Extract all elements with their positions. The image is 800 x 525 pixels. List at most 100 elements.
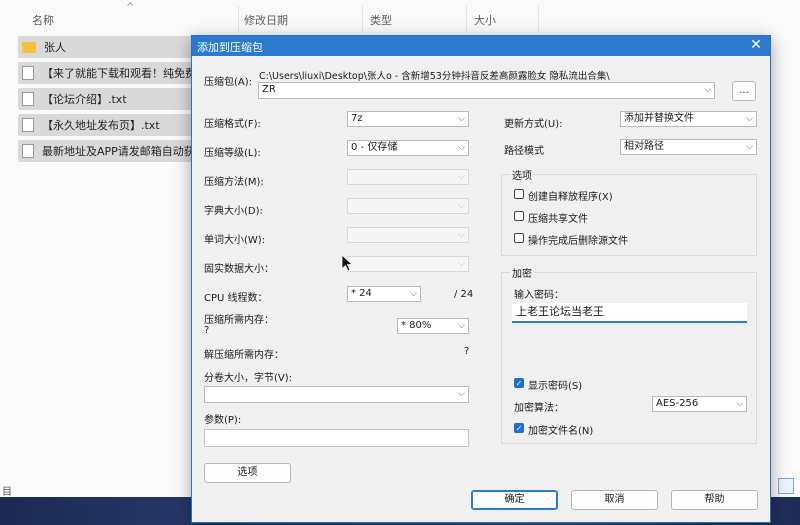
decompress-memory-label: 解压缩所需内存： — [204, 350, 284, 361]
cpu-threads-value: * 24 — [351, 288, 372, 299]
word-size-label: 单词大小(W): — [204, 235, 266, 246]
archive-label: 压缩包(A): — [204, 77, 253, 88]
show-password-checkbox[interactable]: ✓ — [514, 378, 524, 388]
path-mode-select[interactable]: 相对路径 ⌵ — [620, 139, 757, 155]
volume-size-combo[interactable]: ⌵ — [204, 386, 469, 403]
mouse-cursor-icon — [341, 254, 353, 272]
column-header-type[interactable]: 类型 — [370, 12, 392, 28]
chevron-down-icon: ⌵ — [458, 389, 465, 399]
text-file-icon — [22, 92, 34, 106]
chevron-down-icon: ⌵ — [458, 114, 465, 124]
solid-block-label: 固实数据大小： — [204, 264, 274, 275]
text-file-icon — [22, 66, 34, 80]
dictionary-select: ⌵ — [347, 198, 469, 214]
compress-memory-label: 压缩所需内存： — [204, 315, 274, 326]
chevron-down-icon: ⌵ — [746, 114, 753, 124]
options-button[interactable]: 选项 — [204, 463, 291, 483]
level-select[interactable]: 0 - 仅存储 ⌵ — [347, 140, 469, 156]
column-divider[interactable] — [238, 6, 239, 32]
encrypt-names-label[interactable]: 加密文件名(N) — [528, 422, 593, 437]
dictionary-label: 字典大小(D): — [204, 206, 263, 217]
file-name: 【论坛介绍】.txt — [42, 93, 127, 106]
column-header-date[interactable]: 修改日期 — [244, 12, 288, 28]
file-name: 【永久地址发布页】.txt — [42, 119, 160, 132]
file-name: 【来了就能下载和观看！纯免费！ — [42, 67, 194, 80]
chevron-down-icon: ⌵ — [458, 321, 465, 331]
help-button[interactable]: 帮助 — [671, 490, 758, 510]
archive-path-text: C:\Users\liuxi\Desktop\张人o - 含新增53分钟抖音反差… — [259, 71, 610, 82]
encryption-method-value: AES-256 — [656, 398, 699, 409]
chevron-down-icon: ⌵ — [458, 143, 465, 153]
encryption-group-title: 加密 — [510, 265, 534, 280]
volume-size-label: 分卷大小，字节(V): — [204, 373, 293, 384]
file-row[interactable]: 【永久地址发布页】.txt — [18, 114, 194, 136]
chevron-down-icon: ⌵ — [458, 230, 465, 240]
chevron-down-icon: ⌵ — [704, 85, 711, 95]
show-password-label[interactable]: 显示密码(S) — [528, 377, 582, 392]
format-select[interactable]: 7z ⌵ — [347, 111, 469, 127]
close-icon[interactable]: ✕ — [748, 37, 764, 53]
archive-name-value: ZR — [262, 84, 276, 95]
method-label: 压缩方法(M): — [204, 177, 264, 188]
browse-button[interactable]: ... — [732, 81, 756, 101]
file-name: 张人 — [44, 41, 66, 54]
cpu-threads-select[interactable]: * 24 ⌵ — [347, 286, 421, 302]
word-size-select: ⌵ — [347, 227, 469, 243]
shared-files-label[interactable]: 压缩共享文件 — [528, 210, 588, 225]
level-label: 压缩等级(L): — [204, 148, 261, 159]
sort-up-icon: ^ — [126, 2, 135, 13]
file-row[interactable]: 【来了就能下载和观看！纯免费！ — [18, 62, 194, 84]
column-divider[interactable] — [538, 6, 539, 32]
update-mode-label: 更新方式(U): — [504, 119, 563, 130]
column-divider[interactable] — [466, 6, 467, 32]
column-header-name[interactable]: 名称 — [32, 12, 54, 28]
folder-icon — [22, 41, 36, 53]
cpu-threads-total: / 24 — [454, 289, 474, 300]
column-divider[interactable] — [362, 6, 363, 32]
file-row[interactable]: 最新地址及APP请发邮箱自动获取 — [18, 140, 194, 162]
archive-name-combo[interactable]: ZR ⌵ — [258, 82, 715, 99]
shared-files-checkbox[interactable] — [514, 211, 524, 221]
solid-block-select: ⌵ — [347, 256, 469, 272]
chevron-down-icon: ⌵ — [736, 399, 743, 409]
password-label: 输入密码： — [514, 290, 564, 301]
ok-button[interactable]: 确定 — [471, 490, 558, 510]
status-bar-text: 目 — [2, 487, 12, 498]
parameters-label: 参数(P): — [204, 415, 242, 426]
encryption-method-select[interactable]: AES-256 ⌵ — [652, 396, 747, 412]
text-file-icon — [22, 144, 34, 158]
add-to-archive-dialog: 添加到压缩包 ✕ 压缩包(A): C:\Users\liuxi\Desktop\… — [191, 35, 771, 523]
options-group-title: 选项 — [510, 167, 534, 182]
delete-after-label[interactable]: 操作完成后删除源文件 — [528, 232, 628, 247]
path-mode-value: 相对路径 — [624, 141, 664, 152]
format-value: 7z — [351, 113, 363, 124]
sfx-label[interactable]: 创建自释放程序(X) — [528, 188, 613, 203]
sfx-checkbox[interactable] — [514, 189, 524, 199]
details-view-button[interactable] — [778, 478, 794, 494]
chevron-down-icon: ⌵ — [458, 259, 465, 269]
chevron-down-icon: ⌵ — [746, 142, 753, 152]
file-row-folder[interactable]: 张人 — [18, 36, 194, 58]
chevron-down-icon: ⌵ — [410, 289, 417, 299]
delete-after-checkbox[interactable] — [514, 233, 524, 243]
memory-usage-value: * 80% — [401, 320, 432, 331]
path-mode-label: 路径模式 — [504, 146, 544, 157]
update-mode-select[interactable]: 添加并替换文件 ⌵ — [620, 111, 757, 127]
compress-memory-value: ? — [204, 325, 210, 336]
column-header-size[interactable]: 大小 — [474, 12, 496, 28]
level-value: 0 - 仅存储 — [351, 142, 398, 153]
encryption-method-label: 加密算法： — [514, 403, 564, 414]
encrypt-names-checkbox[interactable]: ✓ — [514, 423, 524, 433]
memory-usage-select[interactable]: * 80% ⌵ — [397, 318, 469, 334]
dialog-titlebar[interactable]: 添加到压缩包 ✕ — [192, 36, 770, 56]
decompress-memory-value: ? — [464, 346, 470, 357]
file-name: 最新地址及APP请发邮箱自动获取 — [42, 145, 194, 158]
dialog-title: 添加到压缩包 — [197, 41, 263, 54]
method-select: ⌵ — [347, 169, 469, 185]
parameters-input[interactable] — [204, 429, 469, 447]
cpu-threads-label: CPU 线程数： — [204, 293, 268, 304]
cancel-button[interactable]: 取消 — [571, 490, 658, 510]
file-row[interactable]: 【论坛介绍】.txt — [18, 88, 194, 110]
password-input[interactable]: 上老王论坛当老王 — [512, 303, 747, 323]
update-mode-value: 添加并替换文件 — [624, 113, 694, 124]
